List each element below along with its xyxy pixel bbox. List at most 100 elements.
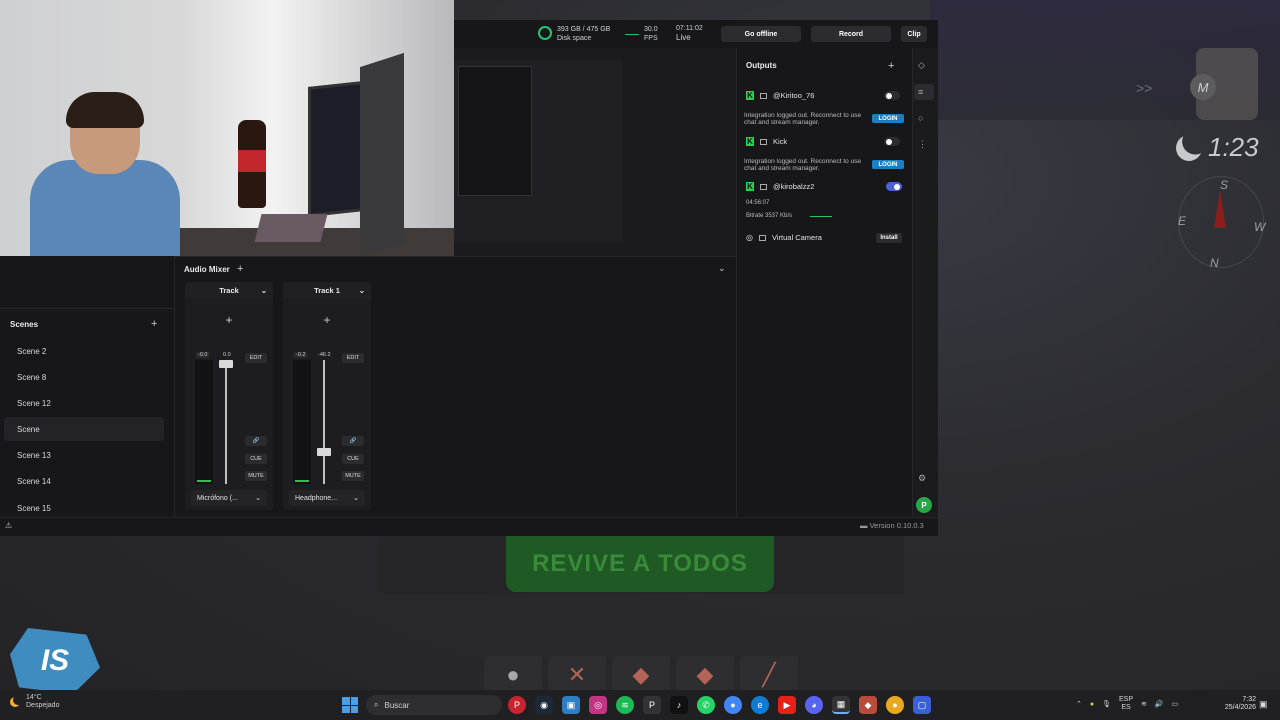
- add-audio-source-icon[interactable]: +: [237, 263, 243, 275]
- install-button[interactable]: Install: [876, 233, 902, 243]
- notification-icon[interactable]: ▣: [1259, 699, 1268, 710]
- track-label: Track 1: [314, 285, 340, 295]
- display-icon: [760, 183, 767, 190]
- edit-button[interactable]: EDIT: [245, 353, 267, 363]
- volume-icon[interactable]: 🔊: [1155, 700, 1164, 708]
- preview-nested-window: [458, 66, 532, 196]
- discord-icon[interactable]: ◕: [805, 696, 823, 714]
- store-icon[interactable]: ▣: [562, 696, 580, 714]
- audio-source-select[interactable]: Headphone... ⌄: [289, 490, 365, 506]
- tiktok-icon[interactable]: ♪: [670, 696, 688, 714]
- wifi-icon[interactable]: ≋: [1141, 700, 1147, 708]
- login-button[interactable]: LOGIN: [872, 114, 904, 123]
- add-filter-icon[interactable]: +: [185, 298, 273, 342]
- scene-item[interactable]: Scene 8: [4, 365, 164, 389]
- game-hotbar: ● ✕ ◆ ◆ ╱: [484, 656, 798, 694]
- settings-gear-icon[interactable]: ⚙: [918, 473, 926, 484]
- microphone-icon[interactable]: 🎙: [1102, 700, 1111, 708]
- diamond-icon[interactable]: ◇: [918, 60, 925, 71]
- output-name: @Kiritoo_76: [773, 91, 815, 100]
- tray-app-icon[interactable]: ●: [1090, 701, 1094, 708]
- audio-source-select[interactable]: Micrófono (... ⌄: [191, 490, 267, 506]
- hotbar-slot-axe-icon[interactable]: ✕: [548, 656, 606, 694]
- weather-moon-icon: [10, 697, 20, 707]
- chevron-down-icon[interactable]: ⌄: [718, 263, 726, 274]
- mute-button[interactable]: MUTE: [342, 471, 364, 481]
- game-app-icon[interactable]: ▦: [832, 696, 850, 714]
- track-selector[interactable]: Track 1 ⌄: [283, 282, 371, 298]
- track-selector[interactable]: Track ⌄: [185, 282, 273, 298]
- chat-icon[interactable]: ○: [918, 113, 923, 123]
- output-toggle[interactable]: [886, 182, 902, 191]
- link-icon[interactable]: 🔗: [342, 436, 364, 446]
- stream-preview[interactable]: [454, 48, 736, 256]
- search-input[interactable]: ⌕ Buscar: [366, 695, 502, 715]
- audio-mixer-title: Audio Mixer: [184, 265, 230, 274]
- bitrate-graph-icon: [810, 216, 832, 218]
- hotbar-slot-revolver-icon[interactable]: ◆: [676, 656, 734, 694]
- chevron-down-icon: ⌄: [353, 495, 359, 502]
- clock[interactable]: 7:32 25/4/2026: [1216, 696, 1256, 712]
- start-button[interactable]: [342, 697, 358, 713]
- compass-needle-icon: [1214, 190, 1226, 228]
- hotbar-slot-rifle-icon[interactable]: ╱: [740, 656, 798, 694]
- link-icon[interactable]: 🔗: [245, 436, 267, 446]
- fps-value: 30.0: [644, 26, 658, 33]
- record-button[interactable]: Record: [811, 26, 891, 42]
- volume-fader-track[interactable]: [323, 360, 325, 484]
- outputs-list-icon[interactable]: ≡: [918, 87, 923, 97]
- audio-settings-icon[interactable]: ⋮: [918, 139, 927, 150]
- chrome-alt-icon[interactable]: ●: [886, 696, 904, 714]
- output-toggle[interactable]: [884, 137, 900, 146]
- streaming-app-icon[interactable]: ▢: [913, 696, 931, 714]
- virtual-camera-row: ◎ Virtual Camera: [746, 233, 822, 242]
- login-button[interactable]: LOGIN: [872, 160, 904, 169]
- edit-button[interactable]: EDIT: [342, 353, 364, 363]
- cue-button[interactable]: CUE: [245, 454, 267, 464]
- scene-item[interactable]: Scene 14: [4, 469, 164, 493]
- output-item[interactable]: K Kick: [746, 137, 787, 146]
- cue-button[interactable]: CUE: [342, 454, 364, 464]
- volume-fader-handle[interactable]: [219, 360, 233, 368]
- battery-icon[interactable]: ▭: [1172, 700, 1179, 708]
- version-text: Version 0.10.0.3: [869, 521, 924, 530]
- clock-time: 7:32: [1242, 696, 1256, 703]
- go-offline-button[interactable]: Go offline: [721, 26, 801, 42]
- scene-item[interactable]: Scene 13: [4, 443, 164, 467]
- volume-fader-track[interactable]: [225, 360, 227, 484]
- whatsapp-icon[interactable]: ✆: [697, 696, 715, 714]
- virtual-camera-label: Virtual Camera: [771, 233, 822, 242]
- steam-icon[interactable]: ◉: [535, 696, 553, 714]
- avatar[interactable]: P: [916, 497, 932, 513]
- volume-fader-handle[interactable]: [317, 448, 331, 456]
- output-item[interactable]: K @Kiritoo_76: [746, 91, 814, 100]
- add-filter-icon[interactable]: +: [283, 298, 371, 342]
- scene-item[interactable]: Scene 2: [4, 339, 164, 363]
- instagram-icon[interactable]: ◎: [589, 696, 607, 714]
- weather-widget[interactable]: 14°C Despejado: [10, 694, 59, 710]
- edge-icon[interactable]: e: [751, 696, 769, 714]
- hotbar-slot-flaregun-icon[interactable]: ◆: [612, 656, 670, 694]
- chrome-icon[interactable]: ●: [724, 696, 742, 714]
- youtube-icon[interactable]: ▶: [778, 696, 796, 714]
- chevron-up-icon[interactable]: ⌃: [1076, 700, 1082, 708]
- scene-item[interactable]: Scene 12: [4, 391, 164, 415]
- revive-all-button[interactable]: REVIVE A TODOS: [506, 536, 774, 592]
- patreon-icon[interactable]: P: [643, 696, 661, 714]
- scene-item-active[interactable]: Scene: [4, 417, 164, 441]
- language-indicator[interactable]: ESP ES: [1119, 696, 1133, 712]
- add-scene-icon[interactable]: +: [151, 318, 157, 330]
- expand-arrows-icon: >>: [1136, 80, 1153, 96]
- app-icon[interactable]: ◆: [859, 696, 877, 714]
- output-warning: Integration logged out. Reconnect to use…: [744, 112, 862, 126]
- output-toggle[interactable]: [884, 91, 900, 100]
- mute-button[interactable]: MUTE: [245, 471, 267, 481]
- pinterest-icon[interactable]: P: [508, 696, 526, 714]
- warning-icon[interactable]: ⚠: [5, 521, 12, 530]
- spotify-icon[interactable]: ≋: [616, 696, 634, 714]
- outputs-title: Outputs: [746, 61, 777, 70]
- hotbar-slot-bag-icon[interactable]: ●: [484, 656, 542, 694]
- output-item[interactable]: K @kirobalzz2: [746, 182, 814, 191]
- add-output-icon[interactable]: +: [888, 60, 894, 72]
- clip-button[interactable]: Clip: [901, 26, 927, 42]
